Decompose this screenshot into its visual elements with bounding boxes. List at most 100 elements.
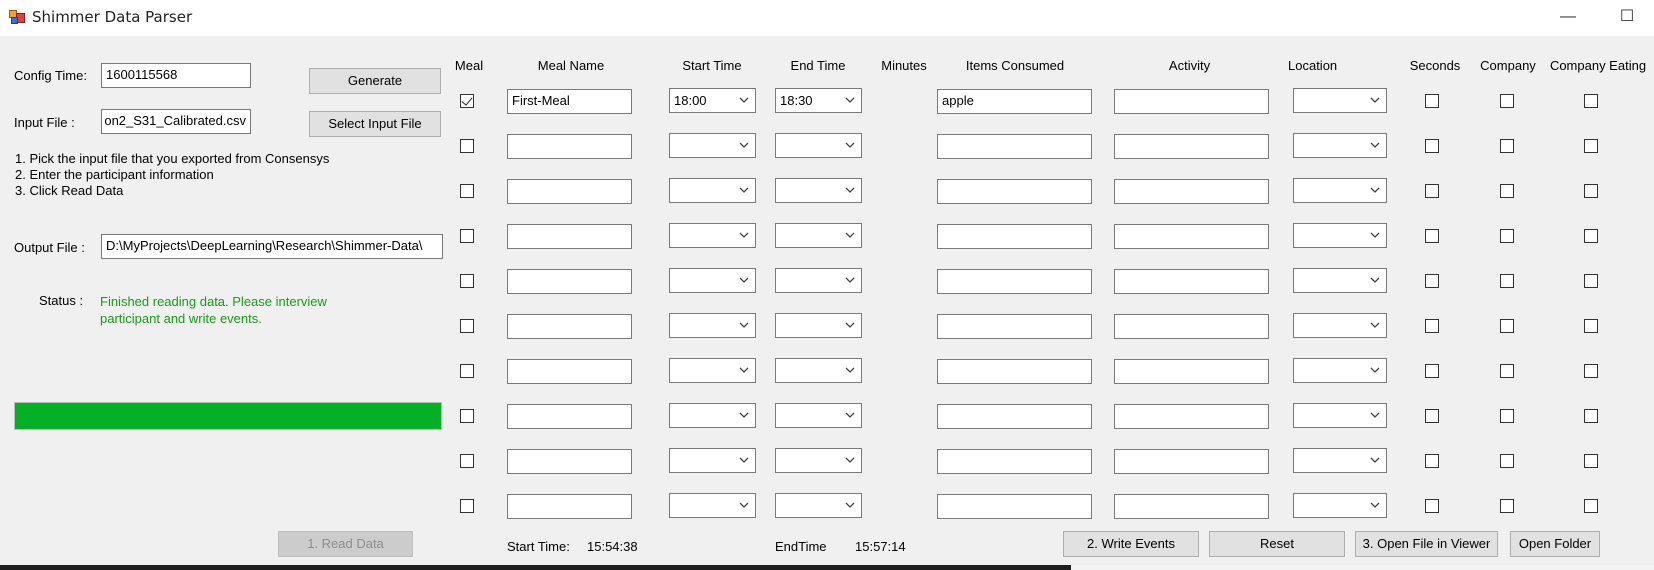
open-folder-button[interactable]: Open Folder bbox=[1510, 531, 1600, 557]
company-eating-checkbox[interactable] bbox=[1584, 499, 1598, 513]
activity-field[interactable] bbox=[1114, 314, 1269, 339]
start-time-select[interactable] bbox=[669, 223, 756, 248]
meal-checkbox[interactable] bbox=[460, 454, 474, 468]
start-time-select[interactable] bbox=[669, 403, 756, 428]
meal-checkbox[interactable] bbox=[460, 274, 474, 288]
company-checkbox[interactable] bbox=[1500, 229, 1514, 243]
generate-button[interactable]: Generate bbox=[309, 68, 441, 94]
company-checkbox[interactable] bbox=[1500, 409, 1514, 423]
items-consumed-field[interactable] bbox=[937, 269, 1092, 294]
end-time-select[interactable] bbox=[775, 358, 862, 383]
meal-checkbox[interactable] bbox=[460, 94, 474, 108]
select-input-file-button[interactable]: Select Input File bbox=[309, 111, 441, 137]
end-time-select[interactable] bbox=[775, 178, 862, 203]
activity-field[interactable] bbox=[1114, 404, 1269, 429]
meal-checkbox[interactable] bbox=[460, 364, 474, 378]
company-eating-checkbox[interactable] bbox=[1584, 184, 1598, 198]
location-select[interactable] bbox=[1293, 223, 1387, 248]
items-consumed-field[interactable] bbox=[937, 404, 1092, 429]
items-consumed-field[interactable] bbox=[937, 179, 1092, 204]
activity-field[interactable] bbox=[1114, 179, 1269, 204]
location-select[interactable] bbox=[1293, 313, 1387, 338]
meal-name-field[interactable] bbox=[507, 224, 632, 249]
company-eating-checkbox[interactable] bbox=[1584, 229, 1598, 243]
meal-name-field[interactable] bbox=[507, 494, 632, 519]
activity-field[interactable] bbox=[1114, 134, 1269, 159]
activity-field[interactable] bbox=[1114, 359, 1269, 384]
meal-name-field[interactable] bbox=[507, 359, 632, 384]
location-select[interactable] bbox=[1293, 358, 1387, 383]
meal-checkbox[interactable] bbox=[460, 229, 474, 243]
company-checkbox[interactable] bbox=[1500, 184, 1514, 198]
meal-name-field[interactable]: First-Meal bbox=[507, 89, 632, 114]
activity-field[interactable] bbox=[1114, 449, 1269, 474]
meal-name-field[interactable] bbox=[507, 404, 632, 429]
end-time-select[interactable] bbox=[775, 223, 862, 248]
end-time-select[interactable] bbox=[775, 313, 862, 338]
end-time-select[interactable] bbox=[775, 403, 862, 428]
location-select[interactable] bbox=[1293, 448, 1387, 473]
company-checkbox[interactable] bbox=[1500, 139, 1514, 153]
company-eating-checkbox[interactable] bbox=[1584, 454, 1598, 468]
end-time-select[interactable] bbox=[775, 448, 862, 473]
output-file-field[interactable]: D:\MyProjects\DeepLearning\Research\Shim… bbox=[101, 234, 443, 259]
location-select[interactable] bbox=[1293, 178, 1387, 203]
meal-name-field[interactable] bbox=[507, 179, 632, 204]
activity-field[interactable] bbox=[1114, 224, 1269, 249]
company-eating-checkbox[interactable] bbox=[1584, 139, 1598, 153]
seconds-checkbox[interactable] bbox=[1425, 409, 1439, 423]
company-checkbox[interactable] bbox=[1500, 319, 1514, 333]
seconds-checkbox[interactable] bbox=[1425, 139, 1439, 153]
start-time-select[interactable] bbox=[669, 313, 756, 338]
end-time-select[interactable] bbox=[775, 133, 862, 158]
meal-checkbox[interactable] bbox=[460, 499, 474, 513]
company-eating-checkbox[interactable] bbox=[1584, 319, 1598, 333]
company-checkbox[interactable] bbox=[1500, 454, 1514, 468]
location-select[interactable] bbox=[1293, 268, 1387, 293]
meal-checkbox[interactable] bbox=[460, 139, 474, 153]
start-time-select[interactable] bbox=[669, 178, 756, 203]
activity-field[interactable] bbox=[1114, 89, 1269, 114]
seconds-checkbox[interactable] bbox=[1425, 319, 1439, 333]
company-checkbox[interactable] bbox=[1500, 94, 1514, 108]
end-time-select[interactable] bbox=[775, 493, 862, 518]
meal-name-field[interactable] bbox=[507, 314, 632, 339]
company-eating-checkbox[interactable] bbox=[1584, 364, 1598, 378]
activity-field[interactable] bbox=[1114, 494, 1269, 519]
location-select[interactable] bbox=[1293, 88, 1387, 113]
end-time-select[interactable]: 18:30 bbox=[775, 88, 862, 113]
meal-checkbox[interactable] bbox=[460, 319, 474, 333]
company-checkbox[interactable] bbox=[1500, 364, 1514, 378]
start-time-select[interactable] bbox=[669, 448, 756, 473]
activity-field[interactable] bbox=[1114, 269, 1269, 294]
reset-button[interactable]: Reset bbox=[1209, 531, 1345, 557]
company-checkbox[interactable] bbox=[1500, 274, 1514, 288]
location-select[interactable] bbox=[1293, 403, 1387, 428]
seconds-checkbox[interactable] bbox=[1425, 364, 1439, 378]
meal-name-field[interactable] bbox=[507, 134, 632, 159]
seconds-checkbox[interactable] bbox=[1425, 184, 1439, 198]
seconds-checkbox[interactable] bbox=[1425, 274, 1439, 288]
meal-checkbox[interactable] bbox=[460, 409, 474, 423]
location-select[interactable] bbox=[1293, 493, 1387, 518]
seconds-checkbox[interactable] bbox=[1425, 229, 1439, 243]
input-file-field[interactable]: on2_S31_Calibrated.csv bbox=[101, 109, 251, 134]
start-time-select[interactable] bbox=[669, 358, 756, 383]
seconds-checkbox[interactable] bbox=[1425, 454, 1439, 468]
company-eating-checkbox[interactable] bbox=[1584, 409, 1598, 423]
open-file-in-viewer-button[interactable]: 3. Open File in Viewer bbox=[1355, 531, 1498, 557]
start-time-select[interactable]: 18:00 bbox=[669, 88, 756, 113]
start-time-select[interactable] bbox=[669, 268, 756, 293]
seconds-checkbox[interactable] bbox=[1425, 94, 1439, 108]
company-checkbox[interactable] bbox=[1500, 499, 1514, 513]
meal-name-field[interactable] bbox=[507, 269, 632, 294]
start-time-select[interactable] bbox=[669, 493, 756, 518]
seconds-checkbox[interactable] bbox=[1425, 499, 1439, 513]
items-consumed-field[interactable] bbox=[937, 314, 1092, 339]
start-time-select[interactable] bbox=[669, 133, 756, 158]
items-consumed-field[interactable] bbox=[937, 224, 1092, 249]
read-data-button[interactable]: 1. Read Data bbox=[278, 531, 413, 557]
items-consumed-field[interactable] bbox=[937, 134, 1092, 159]
company-eating-checkbox[interactable] bbox=[1584, 94, 1598, 108]
maximize-button[interactable]: ☐ bbox=[1604, 0, 1650, 34]
